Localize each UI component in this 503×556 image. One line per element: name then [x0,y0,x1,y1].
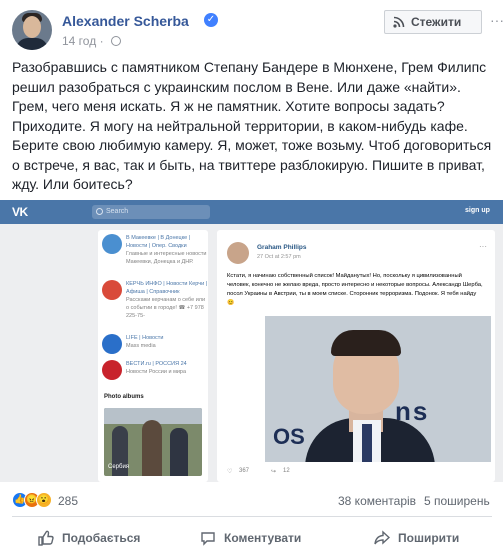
reactions-count[interactable]: 285 [58,494,78,508]
album-caption: Сербия [108,464,130,470]
vk-search-placeholder: Search [106,208,129,215]
follow-button[interactable]: Стежити [384,10,482,34]
post-stats: 👍 😠 😮 285 38 коментарів 5 поширень [12,490,492,510]
vk-like-count: 367 [239,468,250,474]
follow-label: Стежити [411,15,462,29]
community-desc: Новости России и мира [126,369,187,375]
community-desc: Главные и интересные новости Макеевки, Д… [126,251,207,265]
like-label: Подобається [62,531,141,545]
comment-label: Коментувати [224,531,302,545]
community-avatar [102,234,122,254]
like-button[interactable]: Подобається [38,525,158,551]
vk-logo: VK [12,205,28,219]
vk-more-icon: ··· [479,242,487,251]
author-avatar[interactable] [12,10,52,50]
comments-count[interactable]: 38 коментарів [338,494,416,508]
vk-post-date: 27 Oct at 2:57 pm [257,254,301,260]
search-icon [96,208,103,215]
vk-share-count: 12 [283,468,290,474]
post-time[interactable]: 14 год [62,34,96,48]
vk-author-name: Graham Phillips [257,244,307,251]
community-title: В Макеевке | В Донецке | Новости | Опер.… [126,235,191,249]
community-avatar [102,280,122,300]
vk-share-icon: ↪ [271,469,277,475]
post-meta: 14 год · [62,34,121,48]
share-label: Поширити [398,531,460,545]
vk-author-avatar [227,242,249,264]
community-title: КЕРЧЬ ИНФО | Новости Керчи | Афиша | Спр… [126,281,208,295]
vk-topbar: VK Search sign up [0,200,503,224]
photo-albums-title: Photo albums [104,394,144,400]
verified-badge-icon: ✓ [204,13,218,27]
divider [12,516,492,517]
post-header: Alexander Scherba ✓ 14 год · Стежити ··· [12,10,503,50]
vk-sidebar: В Макеевке | В Донецке | Новости | Опер.… [98,230,208,482]
comment-button[interactable]: Коментувати [200,525,320,551]
author-name[interactable]: Alexander Scherba [62,13,189,29]
shares-count[interactable]: 5 поширень [424,494,490,508]
community-title: ВЕСТИ.ru | РОССИЯ 24 [126,361,187,367]
rss-icon [393,16,405,28]
vk-post-actions: ♡ 367 ↪ 12 [227,468,487,480]
comment-icon [201,532,215,546]
post-text: Разобравшись с памятником Степану Бандер… [12,59,492,192]
community-avatar [102,360,122,380]
share-button[interactable]: Поширити [374,525,474,551]
vk-signup-link: sign up [465,207,490,214]
post-image[interactable]: VK Search sign up В Макеевке | В Донецке… [0,200,503,482]
vk-search-field: Search [92,205,210,219]
community-avatar [102,334,122,354]
thumbs-up-icon [38,530,54,546]
community-title: LIFE | Новости [126,335,164,341]
more-options-button[interactable]: ··· [490,10,503,34]
community-desc: Mass media [126,343,156,349]
wow-reaction-icon[interactable]: 😮 [36,492,52,508]
share-icon [374,530,390,545]
vk-post-card: Graham Phillips 27 Oct at 2:57 pm ··· Кс… [217,230,495,482]
photo-sign-text: OS [273,424,305,449]
globe-icon [110,36,121,46]
community-desc: Расскажи керчанам о себе или о событии в… [126,297,206,319]
vk-like-icon: ♡ [227,469,233,475]
meta-separator: · [99,34,107,48]
vk-post-photo: ns OS [265,316,491,462]
photo-album-thumbnail: Сербия [104,408,202,476]
vk-post-text: Кстати, я начинаю собственный список! Ма… [227,273,483,306]
